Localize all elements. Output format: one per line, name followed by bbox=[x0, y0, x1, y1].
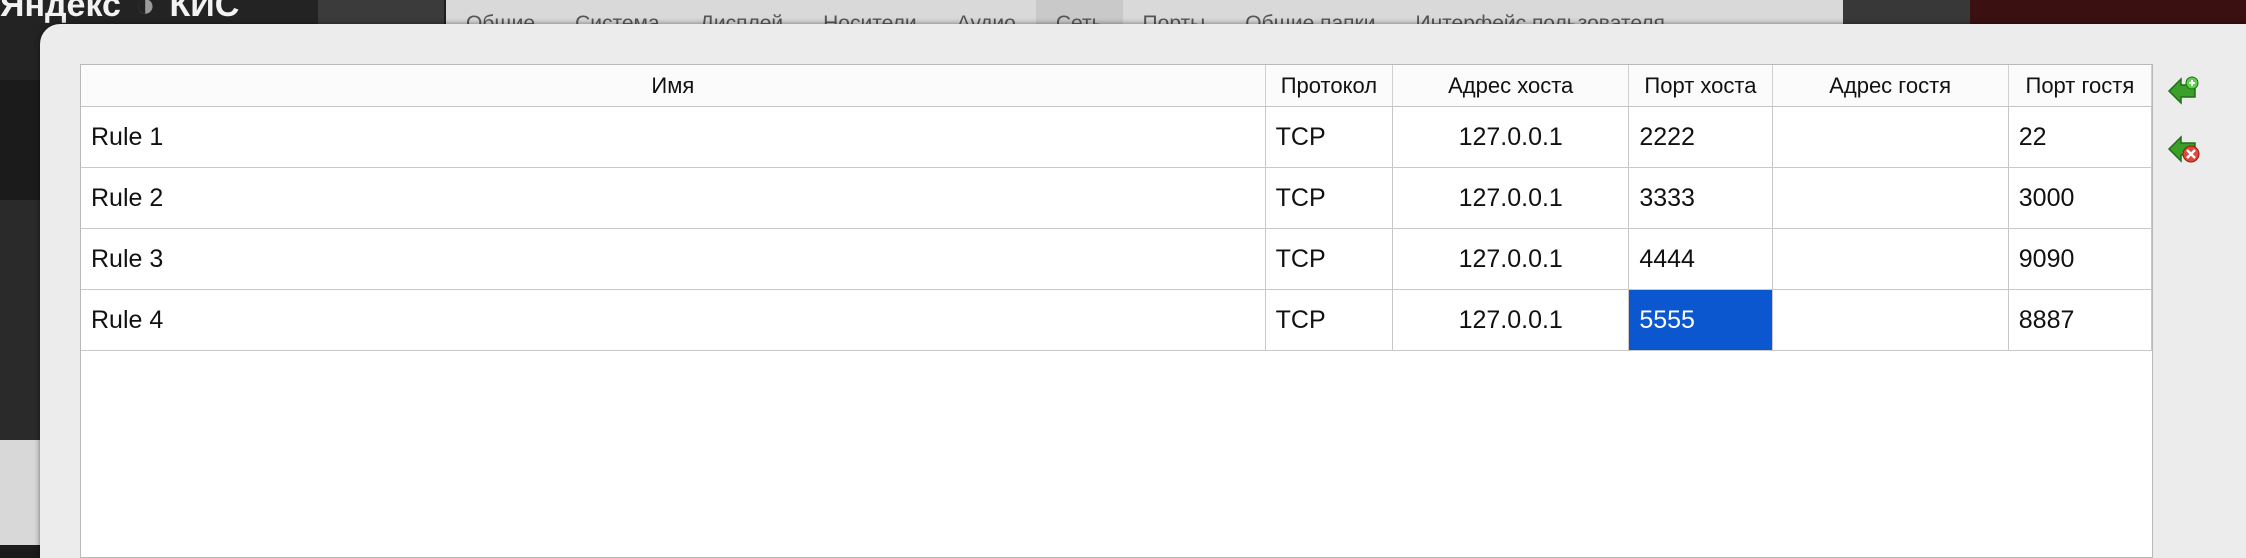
background-app-title: Яндекс ◑ КИС bbox=[0, 0, 239, 25]
cell-guest-ip[interactable] bbox=[1771, 167, 2009, 229]
background-browser-icon: ◑ bbox=[134, 0, 156, 24]
cell-guest-ip[interactable] bbox=[1771, 106, 2009, 168]
cell-protocol[interactable]: TCP bbox=[1264, 106, 1394, 168]
cell-name[interactable]: Rule 1 bbox=[81, 106, 1266, 168]
cell-name[interactable]: Rule 3 bbox=[81, 228, 1266, 290]
tab-network[interactable]: Сеть bbox=[1035, 0, 1123, 24]
table-header: Имя Протокол Адрес хоста Порт хоста Адре… bbox=[81, 65, 2153, 107]
tab-audio[interactable]: Аудио bbox=[937, 0, 1036, 24]
tab-system[interactable]: Система bbox=[555, 0, 680, 24]
table-row[interactable]: Rule 1 TCP 127.0.0.1 2222 22 bbox=[81, 106, 2153, 168]
background-title-left: Яндекс bbox=[0, 0, 121, 24]
remove-rule-icon bbox=[2167, 135, 2200, 163]
column-header-protocol[interactable]: Протокол bbox=[1265, 65, 1394, 107]
cell-guest-port[interactable]: 9090 bbox=[2007, 228, 2153, 290]
tab-general[interactable]: Общие bbox=[446, 0, 555, 24]
tab-storage[interactable]: Носители bbox=[803, 0, 936, 24]
cell-guest-ip[interactable] bbox=[1771, 228, 2009, 290]
tab-display[interactable]: Дисплей bbox=[680, 0, 804, 24]
cell-host-port-editing[interactable]: 5555 bbox=[1628, 289, 1773, 351]
cell-host-port[interactable]: 2222 bbox=[1628, 106, 1773, 168]
tab-shared-folders[interactable]: Общие папки bbox=[1225, 0, 1395, 24]
cell-protocol[interactable]: TCP bbox=[1264, 167, 1394, 229]
column-header-name[interactable]: Имя bbox=[81, 65, 1266, 107]
port-forwarding-dialog: Имя Протокол Адрес хоста Порт хоста Адре… bbox=[40, 24, 2246, 558]
settings-tabbar: Общие Система Дисплей Носители Аудио Сет… bbox=[446, 0, 1843, 25]
column-header-host-ip[interactable]: Адрес хоста bbox=[1392, 65, 1630, 107]
tab-user-interface[interactable]: Интерфейс пользователя bbox=[1395, 0, 1684, 24]
cell-host-ip[interactable]: 127.0.0.1 bbox=[1392, 289, 1630, 351]
cell-guest-ip[interactable] bbox=[1771, 289, 2009, 351]
port-forwarding-table: Имя Протокол Адрес хоста Порт хоста Адре… bbox=[80, 64, 2153, 558]
add-rule-button[interactable] bbox=[2163, 71, 2203, 111]
add-rule-icon bbox=[2167, 76, 2199, 105]
column-header-guest-ip[interactable]: Адрес гостя bbox=[1772, 65, 2009, 107]
tab-ports[interactable]: Порты bbox=[1123, 0, 1226, 24]
cell-guest-port[interactable]: 3000 bbox=[2007, 167, 2153, 229]
background-window-light bbox=[0, 440, 40, 545]
table-row[interactable]: Rule 2 TCP 127.0.0.1 3333 3000 bbox=[81, 167, 2153, 229]
remove-rule-button[interactable] bbox=[2163, 129, 2203, 169]
cell-host-port[interactable]: 3333 bbox=[1628, 167, 1773, 229]
cell-name[interactable]: Rule 4 bbox=[81, 289, 1266, 351]
cell-host-ip[interactable]: 127.0.0.1 bbox=[1392, 106, 1630, 168]
background-right-grey bbox=[1843, 0, 1970, 24]
column-header-guest-port[interactable]: Порт гостя bbox=[2008, 65, 2153, 107]
cell-name[interactable]: Rule 2 bbox=[81, 167, 1266, 229]
cell-protocol[interactable]: TCP bbox=[1264, 228, 1394, 290]
table-row[interactable]: Rule 4 TCP 127.0.0.1 5555 8887 bbox=[81, 289, 2153, 351]
background-title-right: КИС bbox=[169, 0, 240, 24]
cell-guest-port[interactable]: 22 bbox=[2007, 106, 2153, 168]
cell-protocol[interactable]: TCP bbox=[1264, 289, 1394, 351]
cell-guest-port[interactable]: 8887 bbox=[2007, 289, 2153, 351]
table-row[interactable]: Rule 3 TCP 127.0.0.1 4444 9090 bbox=[81, 228, 2153, 290]
cell-host-ip[interactable]: 127.0.0.1 bbox=[1392, 228, 1630, 290]
column-header-host-port[interactable]: Порт хоста bbox=[1628, 65, 1773, 107]
cell-host-ip[interactable]: 127.0.0.1 bbox=[1392, 167, 1630, 229]
cell-host-port[interactable]: 4444 bbox=[1628, 228, 1773, 290]
